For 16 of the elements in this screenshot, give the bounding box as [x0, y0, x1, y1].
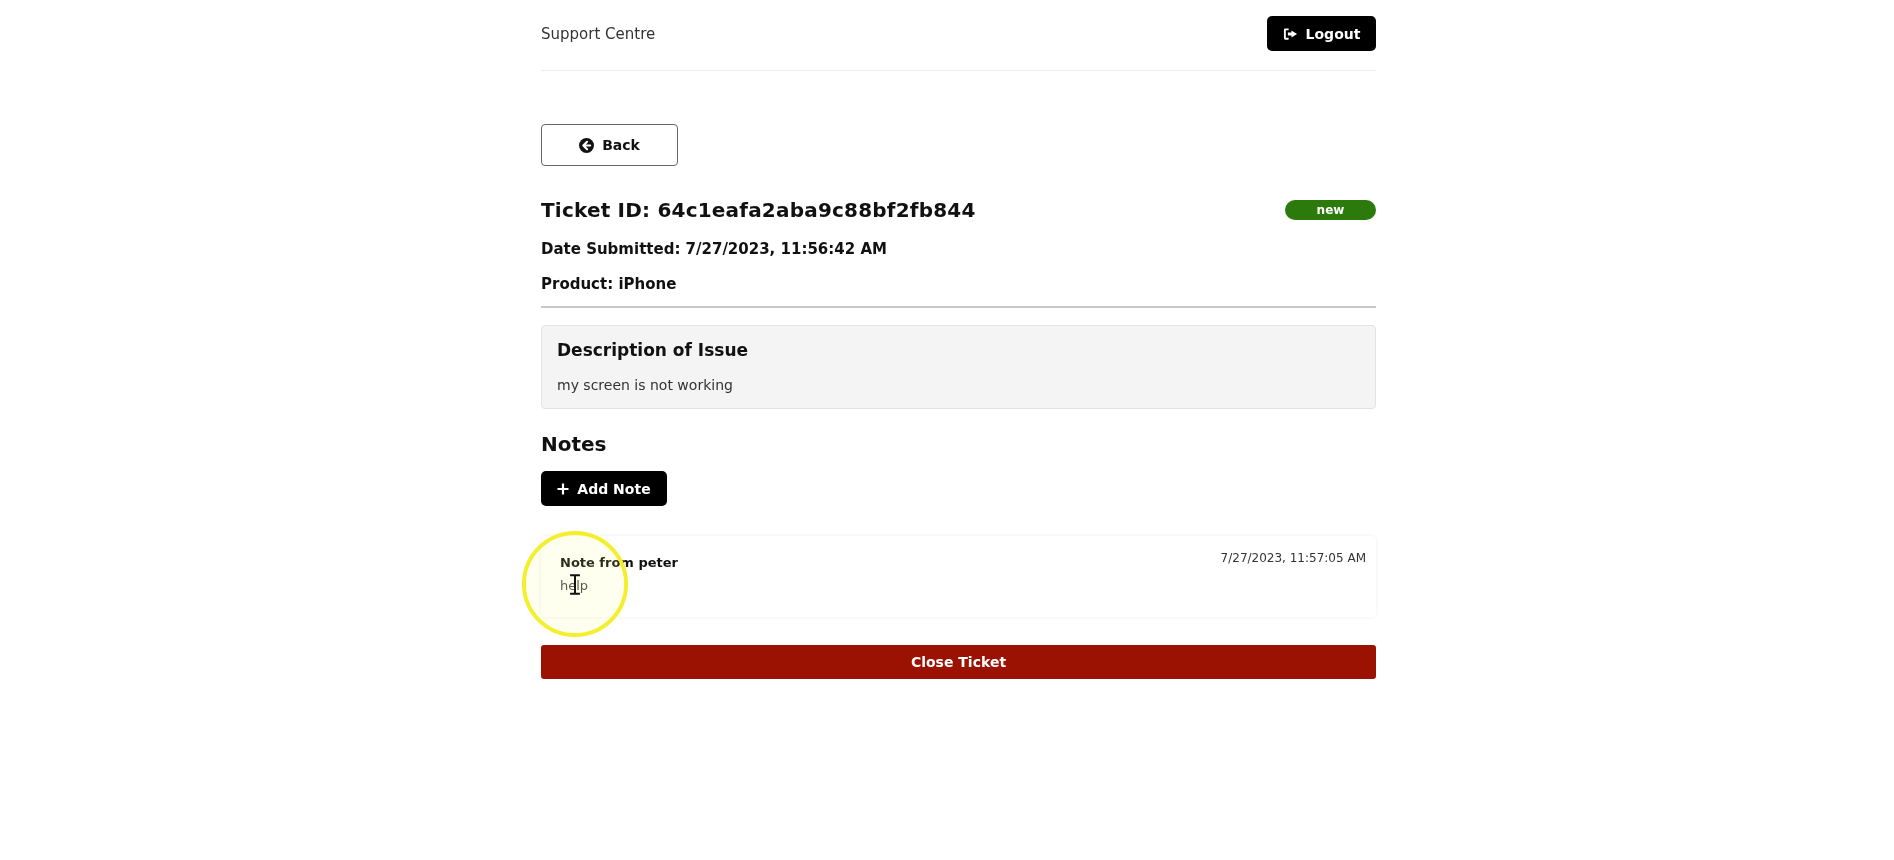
note-date: 7/27/2023, 11:57:05 AM [1220, 550, 1366, 566]
notes-heading: Notes [541, 431, 607, 457]
close-ticket-button[interactable]: Close Ticket [541, 645, 1376, 679]
logout-icon [1282, 26, 1298, 41]
ticket-id: Ticket ID: 64c1eafa2aba9c88bf2fb844 [541, 197, 976, 224]
description-heading: Description of Issue [557, 339, 750, 362]
date-submitted: Date Submitted: 7/27/2023, 11:56:42 AM [541, 239, 887, 260]
status-badge: new [1285, 200, 1376, 220]
site-title: Support Centre [541, 24, 656, 43]
back-arrow-icon [579, 137, 595, 153]
description-text: my screen is not working [557, 376, 734, 395]
product-label: Product: iPhone [541, 274, 677, 295]
plus-icon [557, 482, 570, 495]
logout-button[interactable]: Logout [1267, 16, 1376, 51]
add-note-button[interactable]: Add Note [541, 471, 667, 506]
back-button[interactable]: Back [541, 124, 678, 166]
